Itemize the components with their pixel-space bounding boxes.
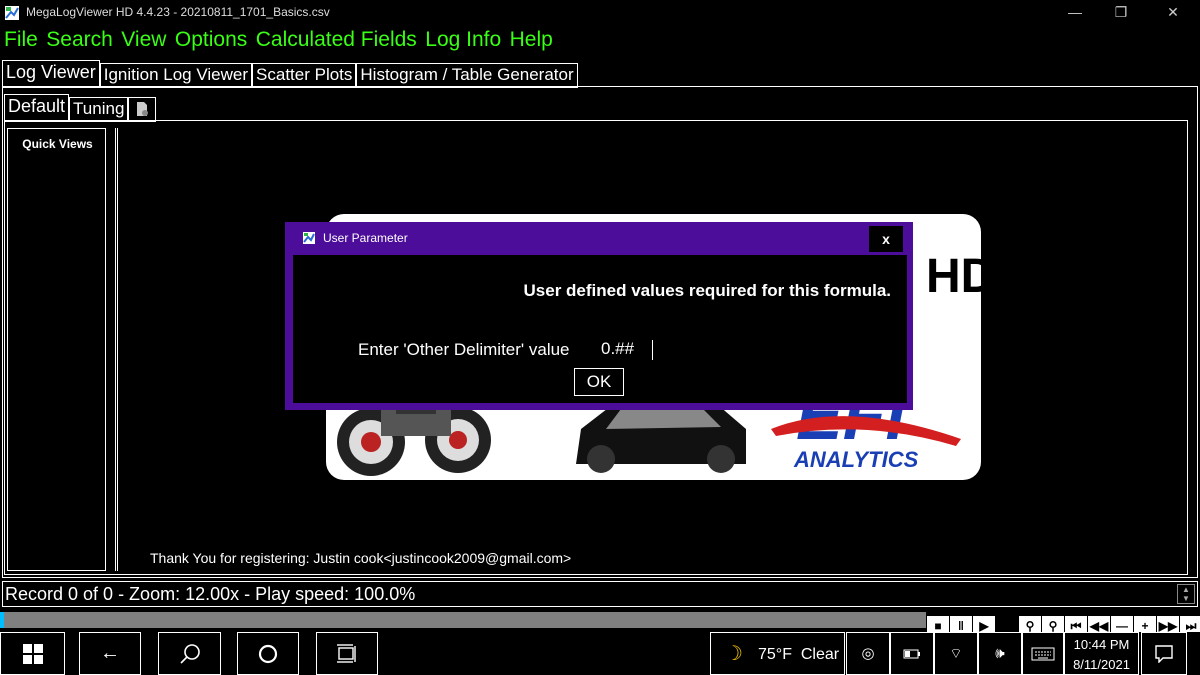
- panel-splitter[interactable]: [115, 128, 118, 571]
- menu-search[interactable]: Search: [46, 28, 113, 52]
- spinner-down-icon: ▼: [1182, 594, 1190, 603]
- speaker-icon: 🕪: [995, 645, 1005, 662]
- clock-time: 10:44 PM: [1073, 637, 1130, 652]
- tab-log-viewer[interactable]: Log Viewer: [2, 60, 100, 88]
- car-image: [576, 399, 746, 473]
- menu-options[interactable]: Options: [175, 28, 247, 52]
- volume-button[interactable]: 🕪: [978, 632, 1022, 675]
- tab-ignition-log-viewer[interactable]: Ignition Log Viewer: [99, 63, 253, 88]
- dialog-title: User Parameter: [323, 231, 408, 245]
- spinner-up-icon: ▲: [1182, 585, 1190, 594]
- status-spinner[interactable]: ▲ ▼: [1177, 584, 1195, 604]
- blank-button[interactable]: [996, 610, 1018, 630]
- people-icon: ◎: [861, 645, 875, 662]
- battery-button[interactable]: [890, 632, 934, 675]
- splash-logo-text: HD: [926, 250, 981, 303]
- menu-view[interactable]: View: [121, 28, 166, 52]
- weather-temperature: 75°F: [758, 646, 792, 663]
- keyboard-icon: [1031, 647, 1055, 661]
- dialog-close-button[interactable]: x: [869, 226, 903, 252]
- playback-controls: ■ ‖ ▶ ⚲ ⚲ ⏮ ◀◀ — + ▶▶ ⏭: [926, 610, 1200, 636]
- playback-bar: ■ ‖ ▶ ⚲ ⚲ ⏮ ◀◀ — + ▶▶ ⏭: [0, 610, 1200, 636]
- dialog-app-icon: [303, 232, 315, 244]
- weather-widget[interactable]: ☽ 75°F Clear: [710, 632, 845, 675]
- menu-calculated-fields[interactable]: Calculated Fields: [256, 28, 417, 52]
- title-bar: MegaLogViewer HD 4.4.23 - 20210811_1701_…: [0, 0, 1200, 26]
- add-tab-button[interactable]: [128, 97, 157, 122]
- battery-icon: [903, 649, 920, 659]
- log-progress-slider[interactable]: [0, 612, 926, 628]
- sub-tab-strip: Default Tuning: [4, 94, 157, 122]
- user-parameter-dialog: User Parameter x User defined values req…: [285, 222, 913, 410]
- ok-button[interactable]: OK: [574, 368, 624, 396]
- menu-log-info[interactable]: Log Info: [425, 28, 501, 52]
- tab-scatter-plots[interactable]: Scatter Plots: [252, 63, 357, 88]
- touch-keyboard-button[interactable]: [1022, 632, 1064, 675]
- task-view-button[interactable]: [316, 632, 378, 675]
- cortana-button[interactable]: [237, 632, 299, 675]
- dialog-body: User defined values required for this fo…: [293, 255, 907, 403]
- notification-icon: [1155, 645, 1173, 664]
- tab-tuning[interactable]: Tuning: [69, 97, 129, 122]
- status-bar: Record 0 of 0 - Zoom: 12.00x - Play spee…: [2, 581, 1198, 607]
- weather-description: Clear: [800, 646, 840, 663]
- status-text: Record 0 of 0 - Zoom: 12.00x - Play spee…: [5, 584, 416, 604]
- moon-icon: ☽: [725, 643, 743, 665]
- tab-default[interactable]: Default: [4, 94, 70, 122]
- notifications-button[interactable]: [1141, 632, 1187, 675]
- taskbar: ← ☽ 75°F Clear ◎ ⌔ 🕪 10:44 PM 8/11/2021: [0, 632, 1200, 675]
- clock-button[interactable]: 10:44 PM 8/11/2021: [1064, 632, 1139, 675]
- motorcycle-image: [337, 402, 491, 476]
- maximize-button[interactable]: ❐: [1094, 0, 1148, 26]
- quick-views-panel: Quick Views: [7, 128, 106, 571]
- search-icon: [179, 644, 200, 664]
- log-progress-handle[interactable]: [0, 612, 4, 628]
- network-button[interactable]: ⌔: [934, 632, 978, 675]
- quick-views-title: Quick Views: [22, 137, 93, 151]
- back-arrow-icon: ←: [100, 642, 120, 664]
- menu-file[interactable]: File: [4, 28, 38, 52]
- windows-logo-icon: [22, 644, 43, 664]
- main-tab-strip: Log Viewer Ignition Log Viewer Scatter Plo…: [2, 60, 578, 88]
- start-button[interactable]: [0, 632, 65, 675]
- weather-text: 75°F Clear: [758, 646, 839, 664]
- add-tab-icon: [137, 102, 149, 116]
- menu-help[interactable]: Help: [510, 28, 553, 52]
- analytics-text: ANALYTICS: [793, 447, 919, 472]
- task-view-icon: [337, 644, 356, 663]
- dialog-title-bar[interactable]: User Parameter x: [285, 222, 913, 254]
- registration-text: Thank You for registering: Justin cook<j…: [150, 550, 572, 566]
- dialog-heading: User defined values required for this fo…: [523, 281, 891, 300]
- text-caret: [652, 340, 653, 360]
- app-icon: [5, 6, 19, 20]
- tab-histogram-table-generator[interactable]: Histogram / Table Generator: [356, 63, 578, 88]
- window-title: MegaLogViewer HD 4.4.23 - 20210811_1701_…: [26, 5, 330, 19]
- clock-date: 8/11/2021: [1073, 657, 1130, 672]
- wifi-icon: ⌔: [949, 645, 963, 661]
- other-delimiter-label: Enter 'Other Delimiter' value: [358, 340, 570, 359]
- menu-bar: File Search View Options Calculated Fiel…: [0, 28, 553, 56]
- close-window-button[interactable]: ✕: [1146, 0, 1200, 26]
- meet-now-button[interactable]: ◎: [846, 632, 890, 675]
- cortana-circle-icon: [258, 644, 278, 664]
- search-button[interactable]: [158, 632, 221, 675]
- back-button[interactable]: ←: [79, 632, 141, 675]
